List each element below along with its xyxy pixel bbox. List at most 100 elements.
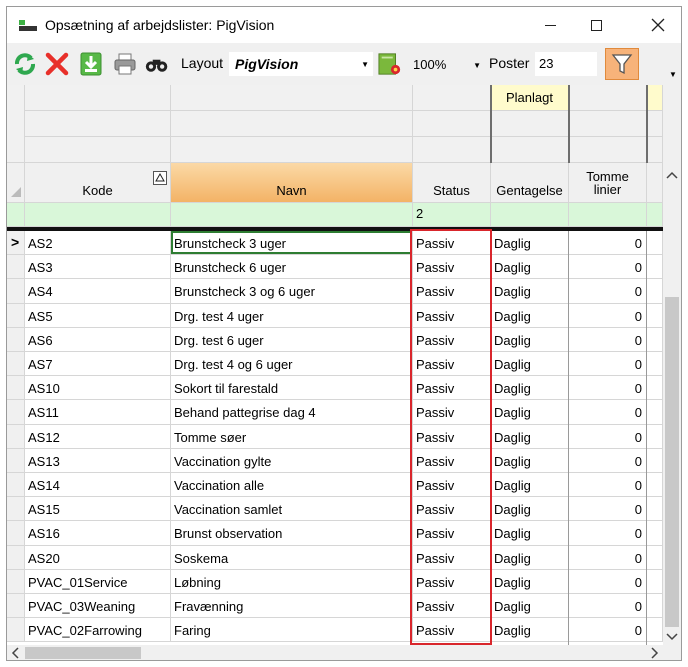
cell-tomme-linier[interactable]: 0 <box>569 570 647 594</box>
cell-kode[interactable]: AS16 <box>25 521 171 546</box>
filter-cell-tomme-linier[interactable] <box>569 203 647 227</box>
search-button[interactable] <box>145 52 169 76</box>
refresh-button[interactable] <box>13 52 37 76</box>
cell-navn[interactable]: Vaccination gylte <box>171 449 413 473</box>
horizontal-scroll-thumb[interactable] <box>25 647 141 659</box>
toolbar-overflow-icon[interactable]: ▼ <box>669 70 677 79</box>
cell-gentagelse[interactable]: Daglig <box>491 304 569 328</box>
cell-gentagelse[interactable]: Daglig <box>491 449 569 473</box>
select-all-corner[interactable] <box>7 163 25 203</box>
row-selector[interactable] <box>7 473 25 497</box>
cell-gentagelse[interactable]: Daglig <box>491 497 569 521</box>
cell-tomme-linier[interactable]: 0 <box>569 352 647 376</box>
layout-select[interactable]: PigVision ▼ <box>229 52 373 76</box>
chevron-left-icon[interactable] <box>11 647 19 659</box>
layout-settings-button[interactable] <box>378 52 402 76</box>
row-selector[interactable] <box>7 594 25 618</box>
cell-navn[interactable]: Brunst observation <box>171 521 413 546</box>
row-selector[interactable] <box>7 279 25 304</box>
close-button[interactable] <box>635 7 681 43</box>
row-selector[interactable] <box>7 425 25 449</box>
cell-gentagelse[interactable]: Daglig <box>491 400 569 425</box>
cell-tomme-linier[interactable]: 0 <box>569 328 647 352</box>
filter-cell-kode[interactable] <box>25 203 171 227</box>
row-selector[interactable] <box>7 304 25 328</box>
cell-kode[interactable]: AS3 <box>25 255 171 279</box>
print-button[interactable] <box>113 52 137 76</box>
cell-gentagelse[interactable]: Daglig <box>491 521 569 546</box>
cell-tomme-linier[interactable]: 0 <box>569 279 647 304</box>
row-selector[interactable] <box>7 352 25 376</box>
row-selector[interactable] <box>7 255 25 279</box>
cell-kode[interactable]: AS14 <box>25 473 171 497</box>
cell-kode[interactable]: AS7 <box>25 352 171 376</box>
cell-tomme-linier[interactable]: 0 <box>569 546 647 570</box>
cell-navn[interactable]: Drg. test 6 uger <box>171 328 413 352</box>
row-selector[interactable] <box>7 618 25 642</box>
row-selector[interactable] <box>7 546 25 570</box>
horizontal-scrollbar[interactable] <box>7 645 681 660</box>
cell-navn[interactable]: Soskema <box>171 546 413 570</box>
delete-button[interactable] <box>45 52 69 76</box>
row-selector[interactable] <box>7 497 25 521</box>
minimize-button[interactable] <box>527 7 573 43</box>
chevron-right-icon[interactable] <box>651 647 659 659</box>
cell-tomme-linier[interactable]: 0 <box>569 449 647 473</box>
cell-kode[interactable]: AS12 <box>25 425 171 449</box>
column-header-navn[interactable]: Navn <box>171 163 413 203</box>
cell-navn[interactable]: Drg. test 4 og 6 uger <box>171 352 413 376</box>
filter-cell-gentagelse[interactable] <box>491 203 569 227</box>
cell-gentagelse[interactable]: Daglig <box>491 546 569 570</box>
cell-gentagelse[interactable]: Daglig <box>491 594 569 618</box>
cell-tomme-linier[interactable]: 0 <box>569 304 647 328</box>
row-selector[interactable] <box>7 449 25 473</box>
maximize-button[interactable] <box>573 7 619 43</box>
cell-navn[interactable]: Drg. test 4 uger <box>171 304 413 328</box>
cell-gentagelse[interactable]: Daglig <box>491 376 569 400</box>
column-header-kode[interactable]: Kode <box>25 163 171 203</box>
cell-navn[interactable]: Faring <box>171 618 413 642</box>
chevron-up-icon[interactable] <box>666 171 678 179</box>
cell-kode[interactable]: AS5 <box>25 304 171 328</box>
filter-button[interactable] <box>605 48 639 80</box>
cell-tomme-linier[interactable]: 0 <box>569 594 647 618</box>
cell-gentagelse[interactable]: Daglig <box>491 328 569 352</box>
cell-navn[interactable]: Løbning <box>171 570 413 594</box>
cell-navn[interactable]: Fravænning <box>171 594 413 618</box>
cell-gentagelse[interactable]: Daglig <box>491 255 569 279</box>
cell-kode[interactable]: AS2 <box>25 231 171 255</box>
cell-tomme-linier[interactable]: 0 <box>569 400 647 425</box>
cell-kode[interactable]: AS10 <box>25 376 171 400</box>
cell-tomme-linier[interactable]: 0 <box>569 425 647 449</box>
cell-kode[interactable]: AS6 <box>25 328 171 352</box>
zoom-select[interactable]: 100% ▼ <box>411 52 485 76</box>
cell-navn[interactable]: Tomme søer <box>171 425 413 449</box>
cell-navn[interactable]: Brunstcheck 3 uger <box>171 231 413 255</box>
cell-gentagelse[interactable]: Daglig <box>491 231 569 255</box>
vertical-scroll-thumb[interactable] <box>665 297 679 627</box>
cell-kode[interactable]: AS4 <box>25 279 171 304</box>
vertical-scrollbar[interactable] <box>663 85 681 645</box>
cell-kode[interactable]: AS13 <box>25 449 171 473</box>
cell-navn[interactable]: Vaccination samlet <box>171 497 413 521</box>
row-selector[interactable]: > <box>7 231 25 255</box>
cell-kode[interactable]: AS15 <box>25 497 171 521</box>
cell-gentagelse[interactable]: Daglig <box>491 570 569 594</box>
cell-tomme-linier[interactable]: 0 <box>569 376 647 400</box>
cell-navn[interactable]: Vaccination alle <box>171 473 413 497</box>
cell-kode[interactable]: PVAC_02Farrowing <box>25 618 171 642</box>
row-selector[interactable] <box>7 376 25 400</box>
cell-navn[interactable]: Brunstcheck 3 og 6 uger <box>171 279 413 304</box>
filter-cell-navn[interactable] <box>171 203 413 227</box>
cell-gentagelse[interactable]: Daglig <box>491 618 569 642</box>
row-selector[interactable] <box>7 570 25 594</box>
cell-tomme-linier[interactable]: 0 <box>569 497 647 521</box>
column-header-gentagelse[interactable]: Gentagelse <box>491 163 569 203</box>
cell-gentagelse[interactable]: Daglig <box>491 425 569 449</box>
column-header-status[interactable]: Status <box>413 163 491 203</box>
row-selector[interactable] <box>7 400 25 425</box>
cell-kode[interactable]: PVAC_03Weaning <box>25 594 171 618</box>
download-button[interactable] <box>79 52 103 76</box>
row-selector[interactable] <box>7 328 25 352</box>
cell-tomme-linier[interactable]: 0 <box>569 521 647 546</box>
